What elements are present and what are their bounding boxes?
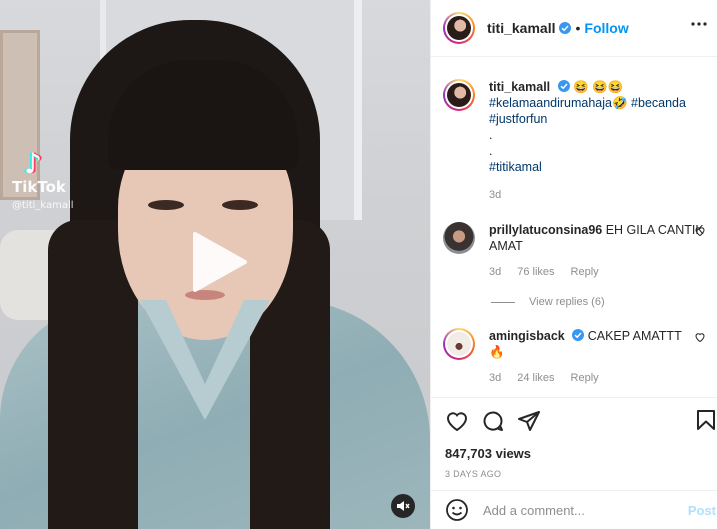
reply-button[interactable]: Reply (571, 370, 599, 386)
heart-icon[interactable] (694, 331, 706, 343)
hashtag-link[interactable]: #kelamaandirumahaja🤣 (489, 96, 628, 110)
hashtag-link[interactable]: #becanda (631, 96, 686, 110)
verified-badge-icon (557, 80, 570, 92)
post-actions: 847,703 views 3 DAYS AGO (431, 397, 717, 479)
tiktok-username: @titi_kamall (12, 200, 74, 211)
caption-username[interactable]: titi_kamall (489, 80, 550, 94)
comment-text: CAKEP AMATTT (587, 329, 682, 343)
ellipsis-icon[interactable] (687, 12, 711, 36)
tiktok-brand: TikTok (12, 178, 66, 196)
avatar[interactable] (443, 12, 475, 44)
hashtag-link[interactable]: #titikamal (489, 159, 706, 175)
view-replies-label: View replies (6) (529, 296, 605, 308)
hashtag-link[interactable]: #justforfun (489, 111, 706, 127)
avatar[interactable] (443, 328, 475, 360)
comment-time[interactable]: 3d (489, 370, 501, 386)
person-eye-right (222, 200, 258, 210)
video-player[interactable]: ♪ TikTok @titi_kamall (0, 0, 430, 529)
like-heart-icon[interactable] (445, 409, 469, 433)
list-item: amingisback CAKEP AMATTT 🔥 3d 24 likes R… (431, 328, 717, 386)
heart-icon[interactable] (694, 225, 706, 237)
list-item: prillylatuconsina96 EH GILA CANTIK AMAT … (431, 222, 717, 280)
add-comment-bar: Post (431, 490, 717, 529)
comment-emoji: 🔥 (489, 345, 505, 359)
speaker-mute-icon[interactable] (391, 494, 415, 518)
header-separator: • (575, 20, 581, 36)
post-caption: titi_kamall 😆 😆😆 #kelamaandirumahaja🤣 #b… (431, 79, 717, 203)
verified-badge-icon (559, 22, 572, 34)
post-header: titi_kamall • Follow (431, 0, 717, 57)
bookmark-icon[interactable] (694, 408, 717, 432)
emoji-smiley-icon[interactable] (445, 498, 469, 522)
share-direct-icon[interactable] (517, 409, 541, 433)
header-username[interactable]: titi_kamall (487, 20, 555, 36)
tiktok-icon: ♪ (24, 147, 42, 180)
comments-list[interactable]: titi_kamall 😆 😆😆 #kelamaandirumahaja🤣 #b… (431, 57, 717, 397)
comment-likes[interactable]: 24 likes (517, 370, 554, 386)
reply-button[interactable]: Reply (571, 264, 599, 280)
comment-username[interactable]: amingisback (489, 329, 565, 343)
play-icon[interactable] (187, 232, 247, 292)
replies-divider (491, 301, 515, 303)
tiktok-watermark: ♪ TikTok @titi_kamall (12, 147, 74, 212)
comment-time[interactable]: 3d (489, 264, 501, 280)
avatar[interactable] (443, 222, 475, 254)
avatar[interactable] (443, 79, 475, 111)
person-eye-left (148, 200, 184, 210)
view-replies-button[interactable]: View replies (6) (491, 296, 717, 308)
caption-time[interactable]: 3d (489, 187, 501, 203)
views-count[interactable]: 847,703 views (445, 446, 704, 461)
comment-input[interactable] (483, 502, 683, 518)
caption-emojis: 😆 😆😆 (573, 80, 624, 94)
post-sidebar: titi_kamall • Follow titi_kamall 😆 😆😆 #k… (430, 0, 717, 529)
post-button[interactable]: Post (688, 503, 716, 518)
caption-dot: . (489, 144, 493, 158)
verified-badge-icon (572, 329, 585, 341)
comment-likes[interactable]: 76 likes (517, 264, 554, 280)
comment-bubble-icon[interactable] (481, 409, 505, 433)
post-timestamp[interactable]: 3 DAYS AGO (445, 469, 704, 479)
follow-button[interactable]: Follow (584, 20, 628, 36)
comment-username[interactable]: prillylatuconsina96 (489, 223, 602, 237)
caption-dot: . (489, 128, 493, 142)
